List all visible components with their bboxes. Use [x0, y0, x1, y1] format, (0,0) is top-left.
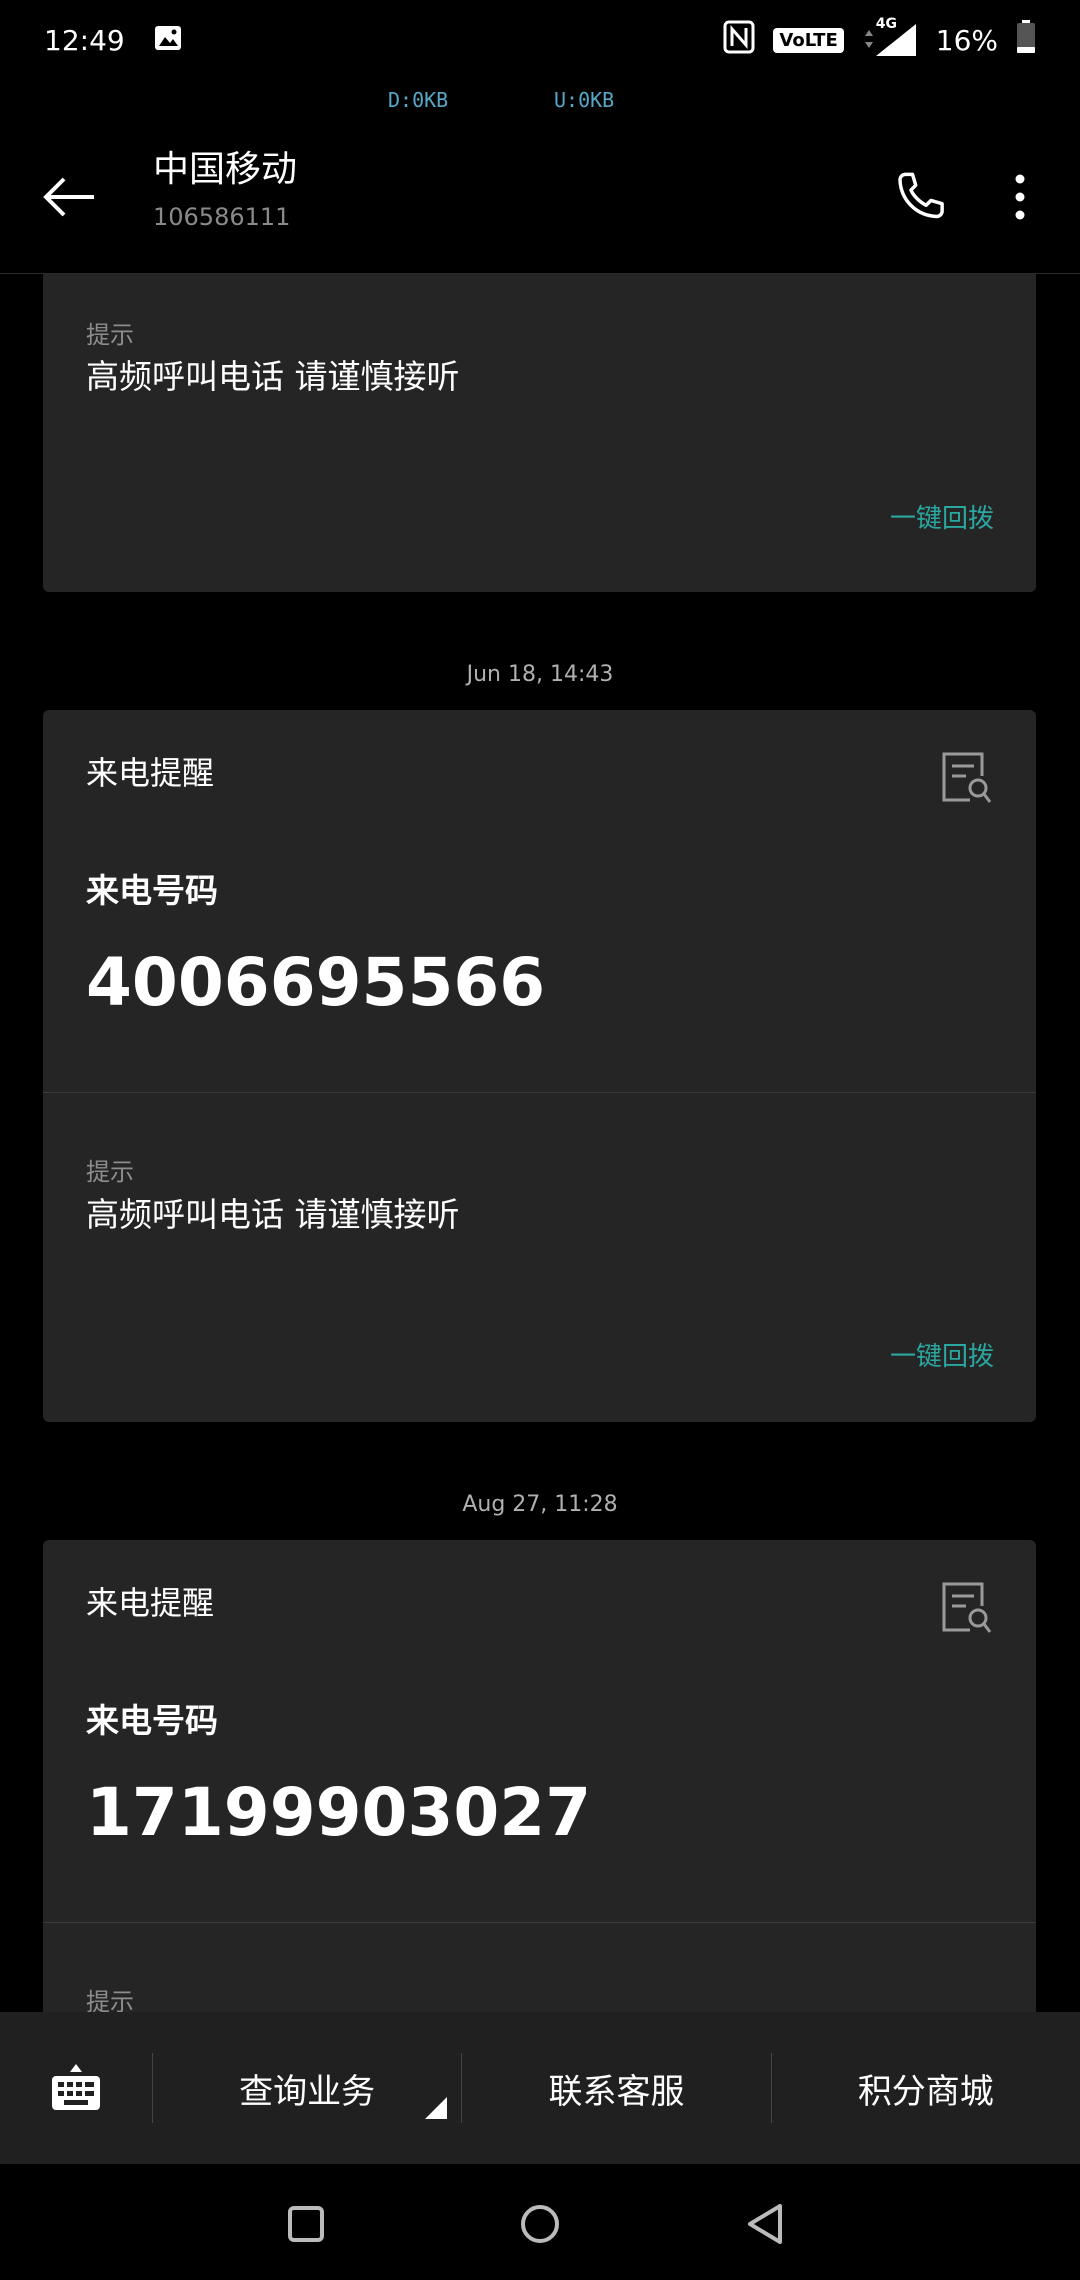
call-button[interactable] [888, 165, 952, 229]
nfc-icon [723, 20, 755, 61]
status-bar: 12:49 VoLTE 4G 16% [0, 0, 1080, 80]
callback-link[interactable]: 一键回拨 [890, 1336, 994, 1373]
contact-number: 106586111 [153, 203, 291, 231]
phone-icon [898, 172, 944, 219]
caller-number-label: 来电号码 [86, 871, 218, 910]
back-arrow-icon [43, 177, 94, 217]
app-bar: 中国移动 106586111 [0, 125, 1080, 274]
network-type-label: 4G [875, 16, 897, 32]
message-card: 来电提醒 来电号码 4006695566 提示 高频呼叫电话 请谨慎接听 一键回… [43, 710, 1036, 1422]
menu-item-label: 积分商城 [857, 2071, 994, 2112]
home-button[interactable] [512, 2196, 568, 2252]
message-list[interactable]: 提示 高频呼叫电话 请谨慎接听 一键回拨 Jun 18, 14:43 来电提醒 … [0, 274, 1080, 2012]
square-icon [288, 2206, 324, 2242]
menu-contact-support[interactable]: 联系客服 [462, 2012, 770, 2164]
hint-label: 提示 [86, 321, 134, 349]
battery-percent: 16% [935, 23, 998, 57]
volte-badge: VoLTE [773, 27, 844, 53]
caller-number-label: 来电号码 [86, 1701, 218, 1740]
caller-number: 4006695566 [86, 944, 546, 1021]
more-options-button[interactable] [1002, 165, 1038, 229]
menu-query-service[interactable]: 查询业务 [153, 2012, 461, 2164]
contact-name: 中国移动 [153, 149, 298, 190]
card-divider [43, 1092, 1036, 1093]
hint-text: 高频呼叫电话 请谨慎接听 [86, 1195, 460, 1234]
download-speed: D:0KB [388, 88, 449, 112]
message-card: 来电提醒 来电号码 17199903027 提示 [43, 1540, 1036, 2012]
card-divider [43, 1922, 1036, 1923]
hint-label: 提示 [86, 1158, 134, 1186]
card-title: 来电提醒 [86, 754, 215, 792]
hint-label: 提示 [86, 1988, 134, 2012]
menu-item-label: 联系客服 [548, 2071, 685, 2112]
circle-icon [521, 2205, 559, 2243]
caller-number: 17199903027 [86, 1774, 592, 1851]
recents-button[interactable] [278, 2196, 334, 2252]
message-timestamp: Jun 18, 14:43 [466, 662, 614, 687]
bottom-service-menu: 查询业务 联系客服 积分商城 [0, 2012, 1080, 2164]
more-vertical-icon [1015, 174, 1025, 220]
menu-item-label: 查询业务 [239, 2071, 376, 2112]
message-card: 提示 高频呼叫电话 请谨慎接听 一键回拨 [43, 274, 1036, 592]
status-time: 12:49 [44, 23, 125, 57]
signal-4g-icon: 4G [862, 16, 918, 58]
network-speed-indicator: D:0KB U:0KB [0, 88, 1080, 118]
triangle-back-icon [748, 2204, 782, 2244]
callback-link[interactable]: 一键回拨 [890, 498, 994, 535]
menu-points-mall[interactable]: 积分商城 [772, 2012, 1080, 2164]
system-nav-bar [0, 2164, 1080, 2280]
back-button[interactable] [40, 167, 100, 227]
upload-speed: U:0KB [554, 88, 615, 112]
document-search-icon[interactable] [940, 1580, 992, 1636]
message-timestamp: Aug 27, 11:28 [462, 1492, 618, 1517]
back-nav-button[interactable] [738, 2196, 794, 2252]
keyboard-toggle-button[interactable] [0, 2012, 152, 2164]
keyboard-icon [52, 2064, 100, 2110]
submenu-indicator-icon [425, 2097, 448, 2119]
battery-icon [1016, 19, 1036, 61]
conversation-title: 中国移动 106586111 [153, 145, 297, 231]
hint-text: 高频呼叫电话 请谨慎接听 [86, 357, 460, 396]
document-search-icon[interactable] [940, 750, 992, 806]
image-notification-icon [153, 23, 183, 57]
card-title: 来电提醒 [86, 1584, 215, 1622]
